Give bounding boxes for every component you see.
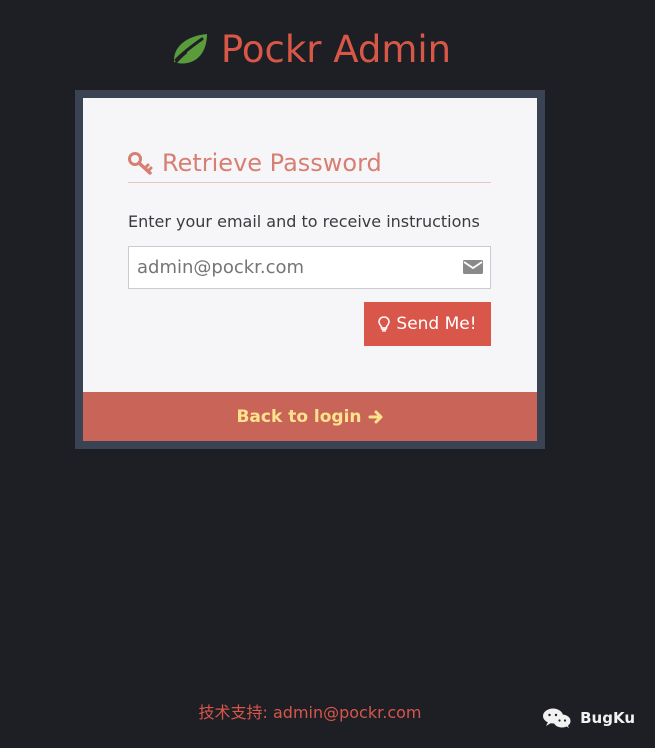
send-me-button[interactable]: Send Me! <box>364 302 491 346</box>
watermark-text: BugKu <box>580 709 635 727</box>
leaf-icon <box>169 29 213 69</box>
panel-title-row: Retrieve Password <box>128 145 491 181</box>
lightbulb-icon <box>378 316 391 332</box>
brand-title: Pockr Admin <box>220 27 452 71</box>
wechat-icon <box>542 707 572 729</box>
bugku-watermark: BugKu <box>542 707 635 729</box>
mail-icon <box>462 258 484 276</box>
panel-title: Retrieve Password <box>162 149 382 177</box>
instruction-text: Enter your email and to receive instruct… <box>128 212 480 231</box>
retrieve-password-panel: Retrieve Password Enter your email and t… <box>83 98 537 392</box>
email-field[interactable] <box>128 246 491 289</box>
title-divider <box>128 182 491 183</box>
key-icon <box>128 151 154 175</box>
back-to-login-link[interactable]: Back to login <box>83 392 537 441</box>
send-me-label: Send Me! <box>396 314 477 334</box>
brand-header: Pockr Admin <box>0 20 620 78</box>
footer-support: 技术支持: admin@pockr.com <box>198 703 422 722</box>
email-input[interactable] <box>129 247 490 288</box>
arrow-right-icon <box>368 409 384 425</box>
retrieve-password-card: Retrieve Password Enter your email and t… <box>75 90 545 449</box>
back-to-login-label: Back to login <box>236 406 362 427</box>
